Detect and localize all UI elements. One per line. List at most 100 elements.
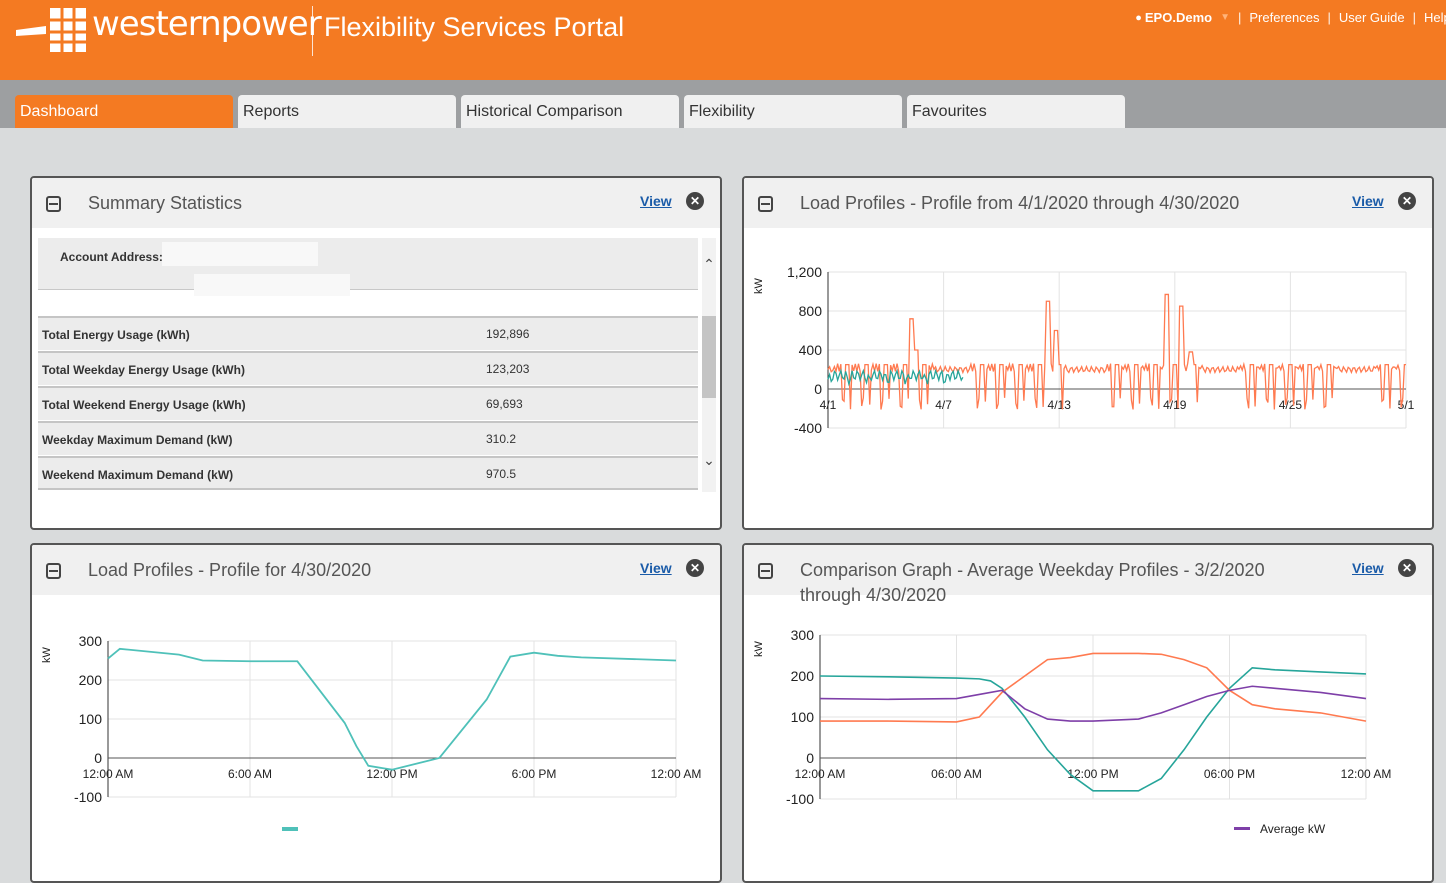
stats-row: Weekday Maximum Demand (kW) 310.2: [38, 421, 698, 455]
preferences-link[interactable]: Preferences: [1249, 10, 1319, 25]
view-link[interactable]: View: [1352, 560, 1384, 576]
x-tick-label: 4/25: [1279, 398, 1303, 412]
scrollbar-thumb[interactable]: [702, 316, 716, 398]
header-divider: [312, 6, 313, 56]
nav-divider: |: [1412, 10, 1416, 25]
collapse-icon[interactable]: [46, 196, 61, 212]
series-line-teal: [827, 368, 964, 387]
portal-title: Flexibility Services Portal: [324, 12, 625, 42]
y-tick-label: -100: [74, 789, 102, 805]
nav-divider: |: [1237, 10, 1242, 25]
y-tick-label: -100: [786, 791, 814, 807]
close-icon[interactable]: ✕: [686, 192, 704, 210]
close-icon[interactable]: ✕: [686, 559, 704, 577]
x-tick-label: 4/1: [820, 398, 837, 412]
y-tick-label: 1,200: [787, 264, 822, 280]
address-value-redacted: [162, 242, 318, 266]
y-tick-label: 0: [814, 381, 822, 397]
user-menu[interactable]: EPO.Demo: [1145, 10, 1212, 25]
stats-row: Total Energy Usage (kWh) 192,896: [38, 316, 698, 350]
help-link[interactable]: Help: [1424, 10, 1446, 25]
y-tick-label: 800: [799, 303, 823, 319]
address-value-redacted: [194, 274, 350, 296]
day-load-chart: 3002001000-100kW12:00 AM 6:00 AM 12:00 PM 6…: [41, 633, 702, 831]
tab-historical-comparison[interactable]: Historical Comparison: [461, 95, 679, 128]
y-tick-label: 100: [79, 711, 103, 727]
stats-table: Account Address: Total Energy Usage (kWh…: [38, 238, 698, 492]
y-tick-label: 200: [791, 668, 815, 684]
stats-row: Total Weekday Energy Usage (kWh) 123,203: [38, 351, 698, 385]
x-tick-label: 12:00 PM: [1067, 767, 1118, 781]
x-tick-label: 12:00 AM: [651, 767, 702, 781]
comparison-graph-panel: Comparison Graph - Average Weekday Profi…: [742, 543, 1434, 883]
western-power-logo: [16, 8, 86, 52]
collapse-icon[interactable]: [758, 196, 773, 212]
app-header: westernpower Flexibility Services Portal…: [0, 0, 1446, 80]
scroll-down-icon[interactable]: ⌄: [702, 452, 716, 469]
collapse-icon[interactable]: [46, 563, 61, 579]
stat-label: Total Energy Usage (kWh): [42, 328, 190, 342]
panel-title: Load Profiles - Profile for 4/30/2020: [88, 560, 372, 580]
stat-value: 970.5: [486, 467, 517, 481]
y-tick-label: 300: [79, 633, 103, 649]
comparison-chart: 300 200 100 0 -100 kW 12:00 AM 06:00 AM 12:00 PM…: [753, 627, 1392, 836]
y-tick-label: 200: [79, 672, 103, 688]
view-link[interactable]: View: [640, 193, 672, 209]
stats-row: Total Weekend Energy Usage (kWh) 69,693: [38, 386, 698, 420]
tab-favourites[interactable]: Favourites: [907, 95, 1125, 128]
scroll-up-icon[interactable]: ⌃: [702, 256, 716, 273]
top-nav: ● EPO.Demo ▼ | Preferences | User Guide …: [1135, 10, 1446, 25]
collapse-icon[interactable]: [758, 563, 773, 579]
y-tick-label: 400: [799, 342, 823, 358]
account-address-label: Account Address:: [60, 250, 163, 264]
stat-label: Total Weekday Energy Usage (kWh): [42, 363, 245, 377]
account-address-block: Account Address:: [38, 238, 698, 296]
stat-label: Weekday Maximum Demand (kW): [42, 433, 233, 447]
x-tick-label: 06:00 PM: [1204, 767, 1255, 781]
tab-dashboard[interactable]: Dashboard: [15, 95, 233, 128]
tab-flexibility[interactable]: Flexibility: [684, 95, 902, 128]
tab-reports[interactable]: Reports: [238, 95, 456, 128]
view-link[interactable]: View: [640, 560, 672, 576]
user-icon: ●: [1135, 11, 1142, 24]
panel-title: Load Profiles - Profile from 4/1/2020 th…: [800, 193, 1240, 213]
stat-value: 310.2: [486, 432, 517, 446]
panel-header: Comparison Graph - Average Weekday Profi…: [744, 545, 1432, 605]
y-axis-label: kW: [41, 647, 53, 664]
stats-row: Weekend Maximum Demand (kW) 970.5: [38, 456, 698, 490]
view-link[interactable]: View: [1352, 193, 1384, 209]
stat-value: 123,203: [486, 362, 530, 376]
x-tick-label: 5/1: [1398, 398, 1415, 412]
close-icon[interactable]: ✕: [1398, 192, 1416, 210]
x-tick-label: 4/7: [935, 398, 952, 412]
load-profiles-day-panel: Load Profiles - Profile for 4/30/2020 Vi…: [30, 543, 722, 883]
close-icon[interactable]: ✕: [1398, 559, 1416, 577]
panel-header: Load Profiles - Profile for 4/30/2020 Vi…: [32, 545, 720, 595]
x-tick-label: 12:00 AM: [1341, 767, 1392, 781]
stat-value: 69,693: [486, 397, 523, 411]
legend-swatch: [282, 827, 298, 831]
summary-statistics-panel: Summary Statistics View ✕ Account Addres…: [30, 176, 722, 530]
series-line-orange: [827, 293, 1406, 410]
panel-header: Summary Statistics View ✕: [32, 178, 720, 228]
x-tick-label: 4/13: [1048, 398, 1072, 412]
legend-swatch: [1234, 827, 1250, 830]
x-tick-label: 12:00 AM: [83, 767, 134, 781]
legend-label: Average kW: [1260, 822, 1326, 836]
month-load-chart: 1,200 800 400 0 -400 kW 4/1 4/7 4/13 4/19 4/25 5/1: [753, 264, 1415, 436]
x-tick-label: 12:00 AM: [795, 767, 846, 781]
load-profiles-month-panel: Load Profiles - Profile from 4/1/2020 th…: [742, 176, 1434, 530]
panel-title: Summary Statistics: [88, 193, 243, 213]
stat-label: Total Weekend Energy Usage (kWh): [42, 398, 246, 412]
x-tick-label: 06:00 AM: [931, 767, 982, 781]
y-tick-label: 300: [791, 627, 815, 643]
y-tick-label: 0: [806, 750, 814, 766]
user-guide-link[interactable]: User Guide: [1339, 10, 1405, 25]
nav-divider: |: [1327, 10, 1331, 25]
chevron-down-icon[interactable]: ▼: [1220, 12, 1230, 23]
stat-label: Weekend Maximum Demand (kW): [42, 468, 234, 482]
y-axis-label: kW: [753, 278, 765, 295]
y-tick-label: 0: [94, 750, 102, 766]
stat-value: 192,896: [486, 327, 530, 341]
brand-name: westernpower: [92, 4, 322, 44]
